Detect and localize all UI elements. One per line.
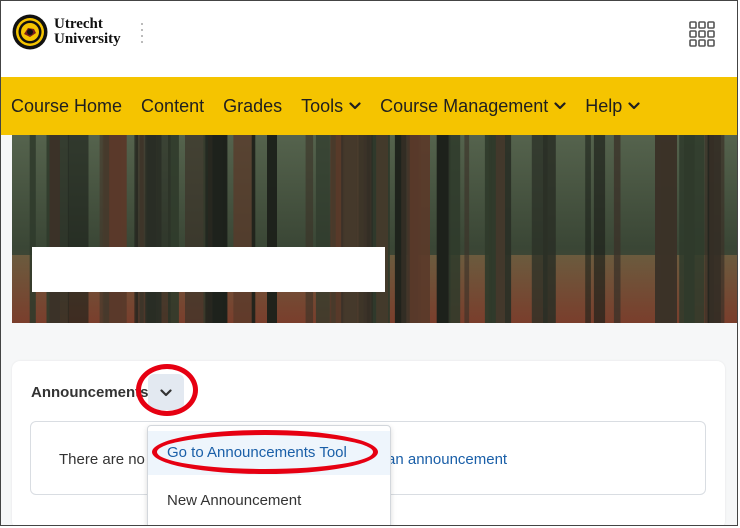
nav-item-label: Content: [141, 95, 205, 116]
grid-apps-icon: [689, 21, 715, 47]
nav-item-grades[interactable]: Grades: [223, 96, 282, 117]
menu-item-go-to-announcements-tool[interactable]: Go to Announcements Tool: [148, 431, 390, 475]
course-title-box: [32, 247, 385, 292]
university-logo[interactable]: Utrecht University: [12, 14, 121, 50]
logo-line-1: Utrecht: [54, 16, 103, 32]
nav-item-label: Course Management: [380, 95, 549, 116]
create-announcement-link[interactable]: an announcement: [387, 451, 507, 468]
widget-title: Announcements: [31, 384, 149, 401]
course-banner-image: [12, 135, 737, 323]
chevron-down-icon: [349, 102, 361, 110]
message-text: There are no: [59, 451, 145, 468]
announcements-dropdown-menu: Go to Announcements Tool New Announcemen…: [147, 425, 391, 525]
announcements-options-button[interactable]: [148, 374, 184, 410]
nav-item-label: Help: [585, 95, 623, 116]
nav-item-label: Grades: [223, 95, 283, 116]
nav-item-content[interactable]: Content: [141, 96, 204, 117]
nav-item-help[interactable]: Help: [585, 96, 640, 117]
page-frame: Utrecht University Course Home Content Gra…: [0, 0, 738, 526]
chevron-down-icon: [160, 389, 172, 397]
logo-text: Utrecht University: [54, 17, 121, 47]
menu-item-new-announcement[interactable]: New Announcement: [148, 479, 390, 523]
chevron-down-icon: [628, 102, 640, 110]
nav-item-label: Tools: [301, 95, 344, 116]
apps-button[interactable]: [689, 21, 715, 47]
logo-line-2: University: [54, 31, 121, 47]
university-seal-icon: [12, 14, 48, 50]
nav-item-label: Course Home: [11, 95, 123, 116]
course-navbar: Course Home Content Grades Tools Course Mana…: [1, 77, 737, 135]
nav-item-course-management[interactable]: Course Management: [380, 96, 566, 117]
header-divider: [140, 23, 144, 45]
chevron-down-icon: [554, 102, 566, 110]
top-header: Utrecht University: [1, 1, 737, 77]
nav-item-tools[interactable]: Tools: [301, 96, 361, 117]
nav-item-course-home[interactable]: Course Home: [11, 96, 122, 117]
